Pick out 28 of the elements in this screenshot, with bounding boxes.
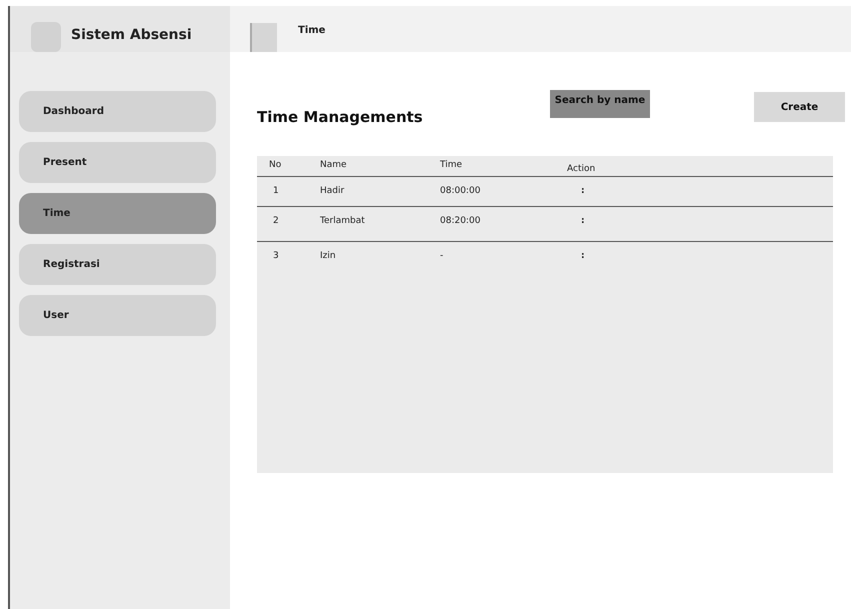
table-cell-text: 3 <box>272 250 280 262</box>
column-header: Name <box>320 158 348 172</box>
table-cell-text: 2 <box>272 214 280 228</box>
search-button[interactable]: Search by name <box>550 90 650 118</box>
table-cell-text: - <box>440 250 444 262</box>
page-title: Time Managements <box>257 107 424 128</box>
panel-icon <box>250 23 277 52</box>
sidebar-item[interactable]: Time <box>19 193 216 234</box>
table-cell-text: Terlambat <box>320 214 366 228</box>
table-cell[interactable]: : <box>567 214 667 228</box>
column-header: Action <box>567 162 596 176</box>
table-cell[interactable]: : <box>567 250 667 263</box>
column-header: No <box>268 158 282 172</box>
header-title: Time <box>298 24 326 38</box>
sidebar-item[interactable]: Dashboard <box>19 91 216 132</box>
table-cell-text: 08:00:00 <box>440 184 482 198</box>
table-cell-text: 1 <box>272 184 280 198</box>
table-cell[interactable]: : <box>567 184 667 198</box>
create-button[interactable]: Create <box>754 92 845 122</box>
column-header: Time <box>440 158 464 172</box>
sidebar-item[interactable]: User <box>19 295 216 336</box>
table-cell-text: Hadir <box>320 184 346 198</box>
table-cell-text: 08:20:00 <box>440 214 482 228</box>
table-cell-text: Izin <box>320 250 337 262</box>
logo-icon <box>31 22 61 52</box>
app-title: Sistem Absensi <box>71 26 192 45</box>
sidebar-item[interactable]: Present <box>19 142 216 183</box>
sidebar-item[interactable]: Registrasi <box>19 244 216 285</box>
